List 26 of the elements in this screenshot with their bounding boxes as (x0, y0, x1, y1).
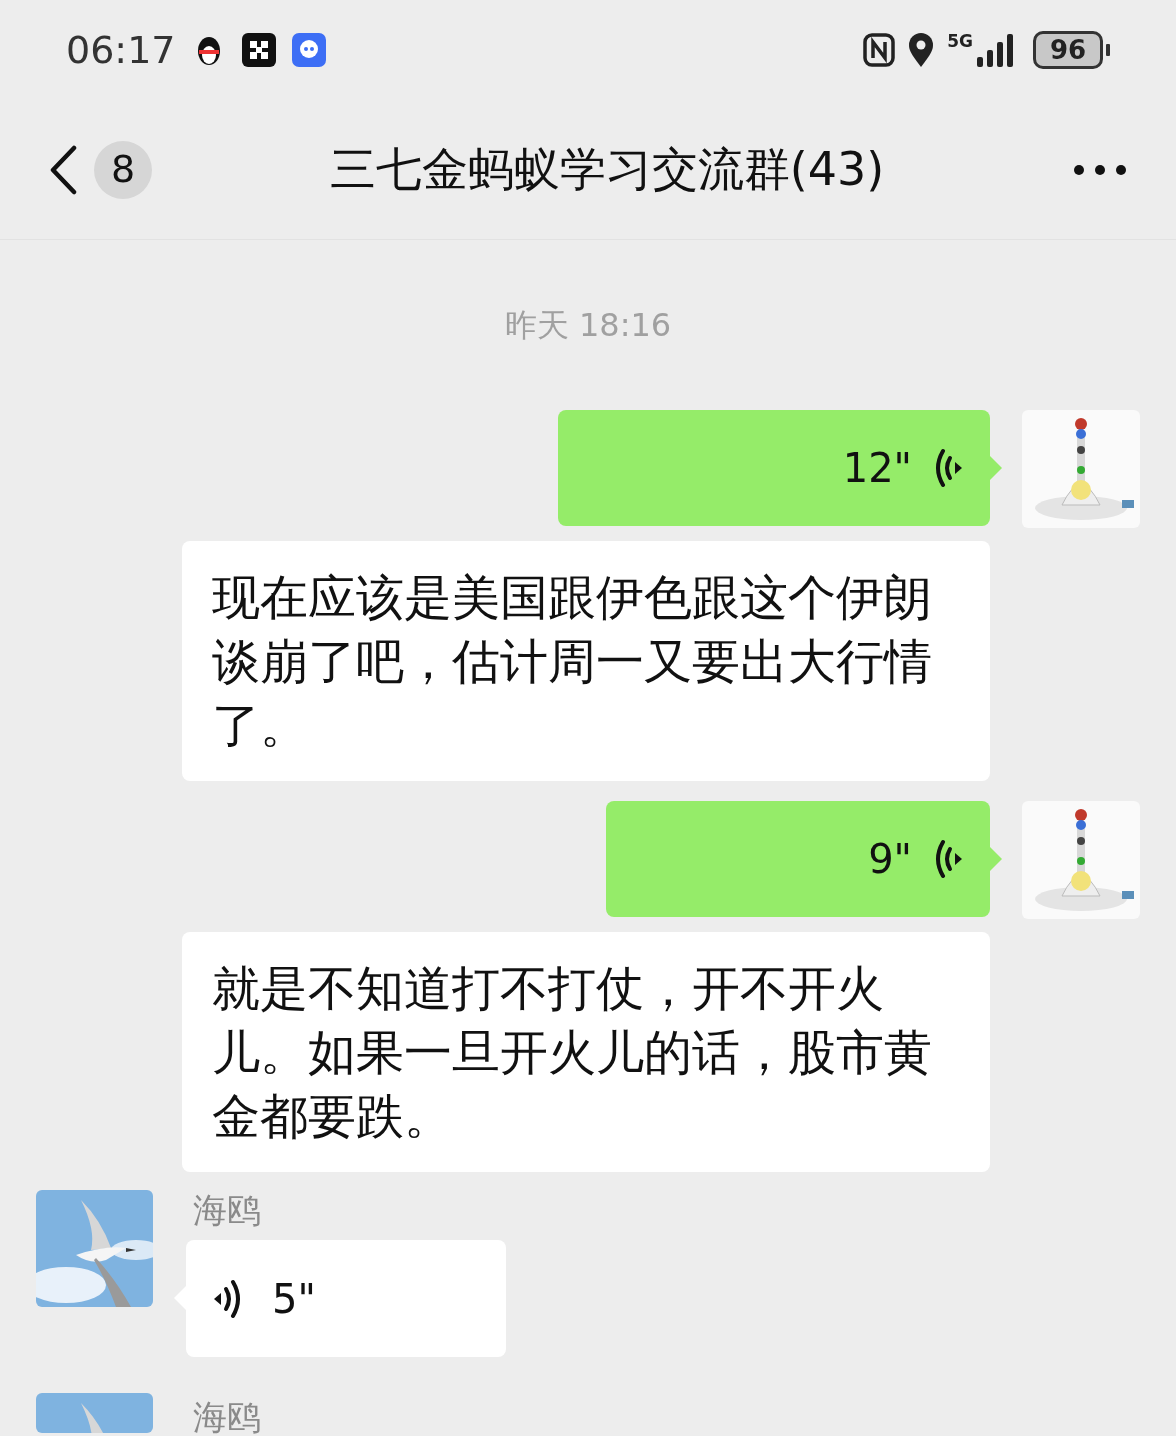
sender-name: 海鸥 (192, 1396, 261, 1436)
unread-count: 8 (94, 140, 152, 199)
location-icon (907, 32, 936, 68)
network-label: 5G (947, 33, 973, 50)
status-time: 06:17 (66, 26, 176, 74)
sender-name: 海鸥 (192, 1190, 262, 1230)
chat-app-icon (291, 33, 326, 67)
back-icon[interactable] (48, 144, 78, 195)
voice-message-bubble[interactable]: 12" (558, 410, 990, 526)
message-timestamp: 昨天 18:16 (504, 305, 672, 346)
nfc-icon (863, 33, 896, 67)
more-icon[interactable] (1072, 162, 1128, 177)
bubble-tail (990, 456, 1002, 480)
bubble-tail (990, 847, 1002, 871)
voice-duration: 5" (272, 1274, 316, 1324)
message-bubble: 现在应该是美国跟伊色跟这个伊朗谈崩了吧，估计周一又要出大行情了。 (182, 541, 990, 781)
message-bubble: 就是不知道打不打仗，开不开火儿。如果一旦开火儿的话，股市黄金都要跌。 (182, 932, 990, 1172)
voice-message-bubble[interactable]: 9" (606, 801, 990, 917)
battery-indicator: 96 (1033, 31, 1103, 69)
signal-icon (977, 33, 1013, 67)
battery-cap-icon (1106, 44, 1110, 56)
app-icon (241, 33, 276, 67)
voice-message-bubble[interactable]: 5" (186, 1240, 506, 1357)
voice-duration: 9" (868, 835, 912, 884)
voice-duration: 12" (842, 444, 912, 493)
chat-title: 三七金蚂蚁学习交流群(43) (328, 141, 886, 198)
